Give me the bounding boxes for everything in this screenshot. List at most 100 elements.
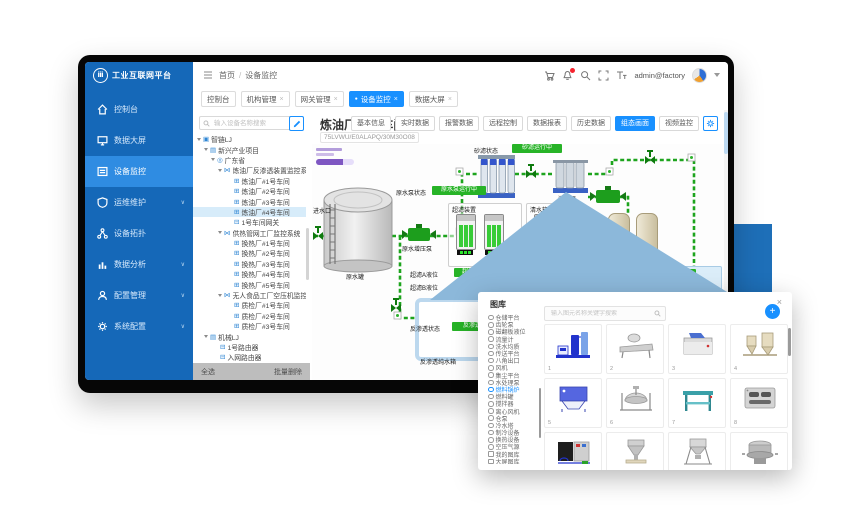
- sidebar-item-console[interactable]: 控制台: [85, 94, 193, 125]
- tree-node[interactable]: ▤机械LJ: [193, 331, 306, 341]
- breadcrumb-current: 设备监控: [245, 70, 277, 81]
- tree-search[interactable]: [199, 116, 293, 130]
- sidebar-item-device-monitor[interactable]: 设备监控: [85, 156, 193, 187]
- tree-node[interactable]: ▤新兴产业项目: [193, 144, 306, 154]
- breadcrumb-home[interactable]: 首页: [219, 70, 235, 81]
- data-report-button[interactable]: 数据报表: [527, 116, 567, 131]
- tab-close-icon[interactable]: ×: [334, 96, 338, 103]
- caret-icon[interactable]: [218, 294, 222, 297]
- history-data-button[interactable]: 历史数据: [571, 116, 611, 131]
- user-caret-icon[interactable]: [714, 73, 720, 77]
- gallery-item[interactable]: 7: [668, 378, 726, 428]
- select-all-button[interactable]: 全选: [201, 367, 215, 377]
- gallery-category-list: 仓储平台 齿轮泵 磁翻板液位 流量计 洗水均质 传送平台 八角出口 风机 集尘平…: [488, 314, 538, 464]
- font-size-icon[interactable]: [616, 70, 627, 81]
- grid-scrollbar[interactable]: [788, 328, 791, 356]
- gallery-item[interactable]: 9: [544, 432, 602, 470]
- gallery-search-input[interactable]: [549, 310, 651, 318]
- sidebar-item-topology[interactable]: 设备拓扑: [85, 218, 193, 249]
- remote-control-button[interactable]: 远程控制: [483, 116, 523, 131]
- caret-icon[interactable]: [211, 158, 215, 161]
- tab-console[interactable]: 控制台: [201, 91, 236, 107]
- gallery-item[interactable]: 4: [730, 324, 788, 374]
- tree-node[interactable]: ◎广东省: [193, 155, 306, 165]
- gallery-item[interactable]: 1: [544, 324, 602, 374]
- tab-gateway-mgmt[interactable]: 网关管理×: [295, 91, 344, 107]
- chiller-image: [554, 437, 594, 467]
- tab-close-icon[interactable]: ×: [394, 96, 398, 103]
- caret-icon[interactable]: [197, 138, 201, 141]
- batch-delete-button[interactable]: 批量删除: [274, 367, 302, 377]
- tree-node[interactable]: ⊟1号路由器: [193, 342, 306, 352]
- basic-info-button[interactable]: 基本信息: [351, 116, 391, 131]
- gallery-item[interactable]: 6: [606, 378, 664, 428]
- sidebar-item-system-config[interactable]: 系统配置 ∨: [85, 311, 193, 342]
- sidebar-item-data-screen[interactable]: 数据大屏: [85, 125, 193, 156]
- tab-close-icon[interactable]: ×: [280, 96, 284, 103]
- gallery-item[interactable]: 11: [668, 432, 726, 470]
- gallery-item[interactable]: 2: [606, 324, 664, 374]
- fullscreen-icon[interactable]: [598, 70, 609, 81]
- sidebar-item-maintenance[interactable]: 运维维护 ∨: [85, 187, 193, 218]
- alarm-data-button[interactable]: 报警数据: [439, 116, 479, 131]
- tab-close-icon[interactable]: ×: [448, 96, 452, 103]
- tree-node[interactable]: ⊟入网路由器: [193, 352, 306, 362]
- tree-node[interactable]: ⊞换热厂#4号车间: [193, 269, 306, 279]
- tab-data-screen[interactable]: 数据大屏×: [409, 91, 458, 107]
- video-monitor-button[interactable]: 视频监控: [659, 116, 699, 131]
- realtime-data-button[interactable]: 实时数据: [395, 116, 435, 131]
- tree-node[interactable]: ⊞质检厂#2号车间: [193, 311, 306, 321]
- category-scrollbar[interactable]: [539, 388, 541, 438]
- cart-icon[interactable]: [544, 70, 555, 81]
- tree-node-selected[interactable]: ⊞炼油厂#4号车间: [193, 207, 306, 217]
- user-email[interactable]: admin@factory: [634, 71, 685, 80]
- gallery-search[interactable]: [544, 306, 666, 321]
- screen-gallery-link[interactable]: 大屏图库: [488, 458, 538, 464]
- gallery-item[interactable]: 5: [544, 378, 602, 428]
- tree-scrollbar[interactable]: [306, 228, 309, 280]
- gallery-item[interactable]: 12: [730, 432, 788, 470]
- sidebar-item-config-mgmt[interactable]: 配置管理 ∨: [85, 280, 193, 311]
- gallery-title: 图库: [490, 299, 506, 310]
- tree-edit-button[interactable]: [289, 116, 304, 131]
- device-icon: ⊞: [234, 270, 239, 278]
- tree-node[interactable]: ⊞质检厂#1号车间: [193, 300, 306, 310]
- search-icon[interactable]: [580, 70, 591, 81]
- level-display: [457, 250, 473, 255]
- caret-icon[interactable]: [218, 169, 222, 172]
- tree-search-input[interactable]: [212, 119, 286, 128]
- gallery-item[interactable]: 3: [668, 324, 726, 374]
- avatar[interactable]: [692, 68, 707, 83]
- gear-icon: [706, 119, 715, 128]
- tree-node[interactable]: ⊞换热厂#2号车间: [193, 248, 306, 258]
- caret-icon[interactable]: [218, 231, 222, 234]
- tab-device-monitor[interactable]: ●设备监控×: [349, 91, 404, 107]
- tree-node[interactable]: ⊞炼油厂#3号车间: [193, 196, 306, 206]
- tree-node[interactable]: ⊞换热厂#3号车间: [193, 259, 306, 269]
- tree-node[interactable]: ⊞质检厂#3号车间: [193, 321, 306, 331]
- gallery-item[interactable]: 8: [730, 378, 788, 428]
- caret-icon[interactable]: [204, 335, 208, 338]
- tree-node[interactable]: ⊟1号车间网关: [193, 217, 306, 227]
- chart-icon: [97, 259, 108, 270]
- menu-fold-icon[interactable]: [203, 70, 213, 80]
- pump1-status-badge: 原水泵运行中: [432, 186, 486, 195]
- hmi-screen-button[interactable]: 组态画面: [615, 116, 655, 131]
- tree-node[interactable]: ▣智链LJ: [193, 134, 306, 144]
- tree-node[interactable]: ⋈供热管网工厂监控系统: [193, 228, 306, 238]
- gallery-item[interactable]: 10: [606, 432, 664, 470]
- sidebar-item-analysis[interactable]: 数据分析 ∨: [85, 249, 193, 280]
- bell-icon[interactable]: [562, 70, 573, 81]
- caret-icon[interactable]: [204, 148, 208, 151]
- tree-node[interactable]: ⋈炼油厂反渗透装置监控系统: [193, 165, 306, 175]
- tree-node[interactable]: ⋈无人食品工厂空压机监控系统: [193, 290, 306, 300]
- tree-node[interactable]: ⊞炼油厂#2号车间: [193, 186, 306, 196]
- tree-node[interactable]: ⊞炼油厂#1号车间: [193, 176, 306, 186]
- tree-node[interactable]: ⊞换热厂#1号车间: [193, 238, 306, 248]
- settings-button[interactable]: [703, 116, 718, 131]
- pump: [590, 186, 626, 203]
- add-element-button[interactable]: +: [765, 304, 780, 319]
- tree-node[interactable]: ⊞换热厂#5号车间: [193, 279, 306, 289]
- uf-a-label: 超滤A液位: [410, 270, 438, 279]
- tab-org-mgmt[interactable]: 机构管理×: [241, 91, 290, 107]
